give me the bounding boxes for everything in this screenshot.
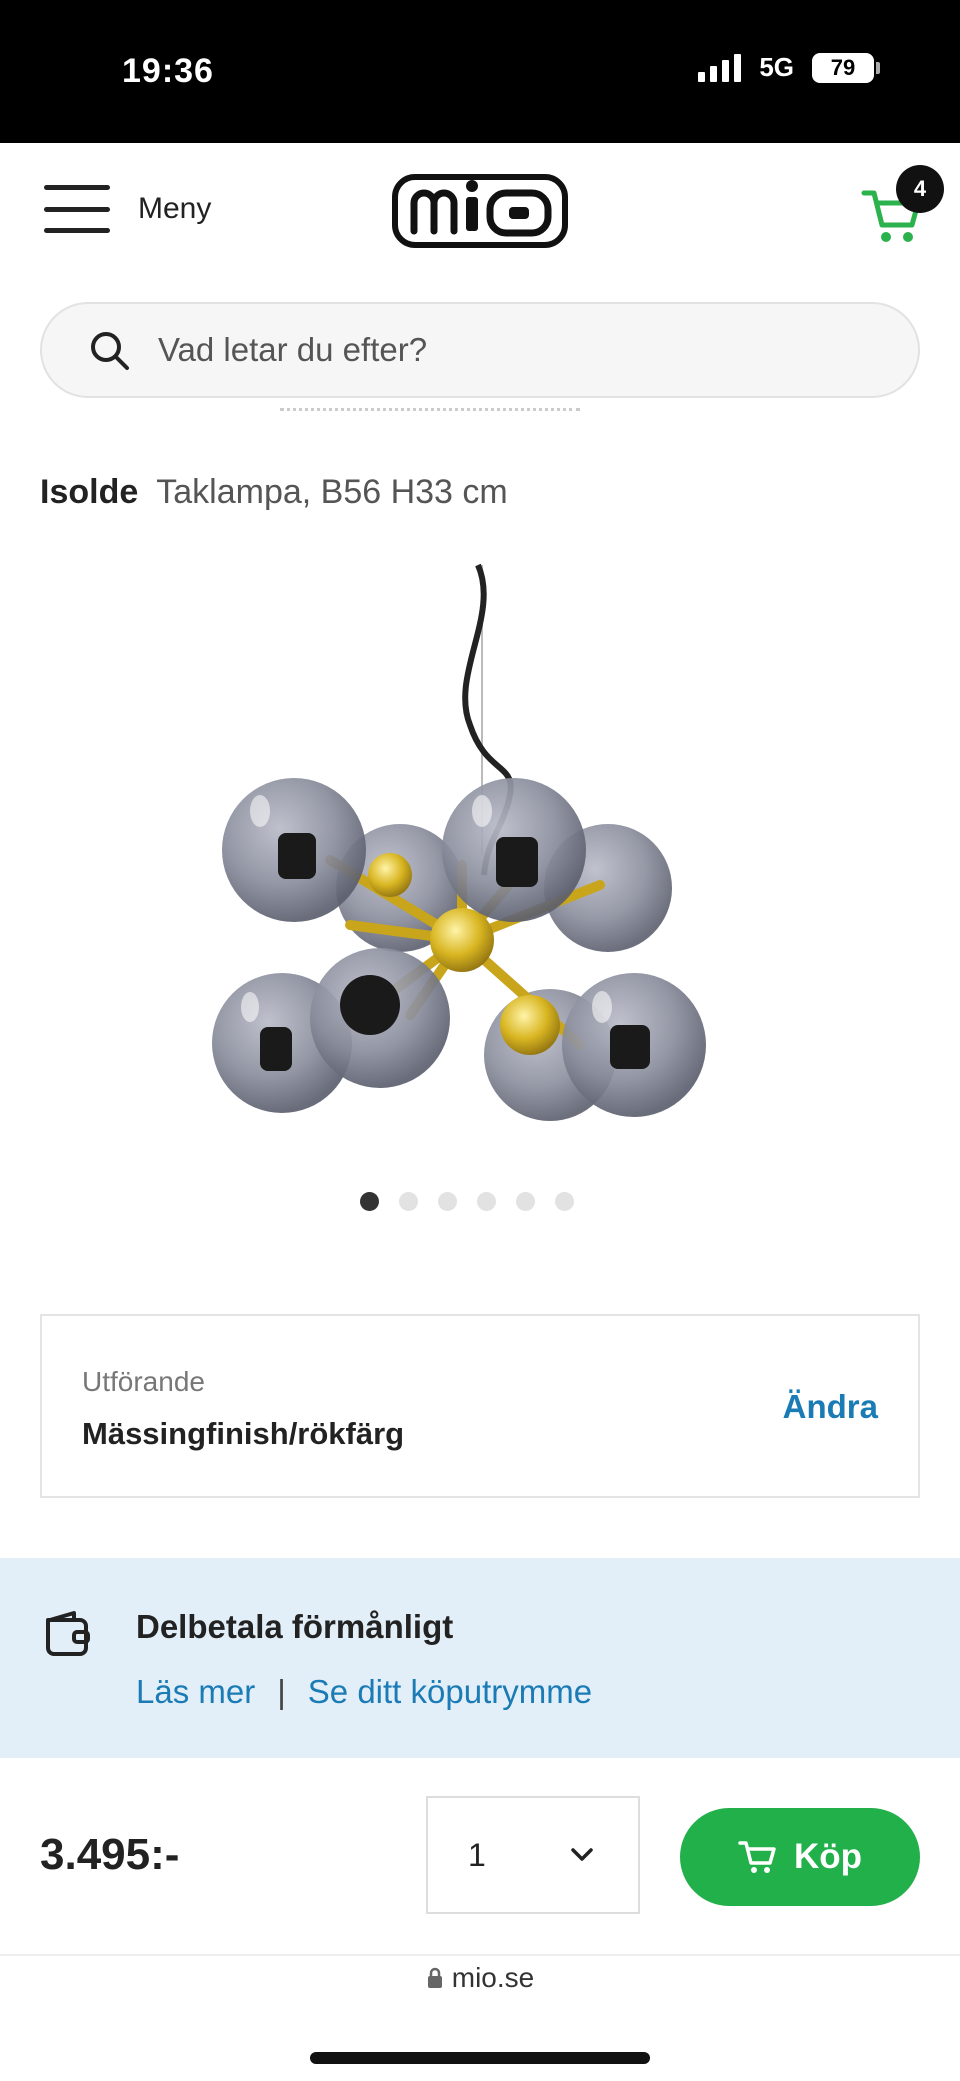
hamburger-icon (44, 185, 110, 233)
buy-label: Köp (793, 1837, 863, 1876)
buy-bar: 3.495:- 1 Köp (0, 1758, 960, 1954)
product-title: Isolde Taklampa, B56 H33 cm (40, 473, 508, 512)
battery-level: 79 (812, 52, 874, 83)
purchase-room-link[interactable]: Se ditt köputrymme (308, 1673, 592, 1711)
carousel-dot[interactable] (477, 1192, 496, 1211)
carousel-dot[interactable] (399, 1192, 418, 1211)
menu-button[interactable]: Meny (44, 185, 211, 233)
cart-icon (738, 1841, 776, 1873)
quantity-select[interactable]: 1 (426, 1796, 640, 1914)
carousel-dot[interactable] (360, 1192, 379, 1211)
read-more-link[interactable]: Läs mer (136, 1673, 255, 1711)
product-price: 3.495:- (40, 1830, 180, 1879)
search-icon (91, 332, 129, 370)
mio-logo[interactable] (392, 171, 568, 251)
cart-count-badge: 4 (896, 165, 944, 213)
product-description: Taklampa, B56 H33 cm (156, 473, 508, 511)
link-separator: | (277, 1673, 286, 1710)
home-indicator[interactable] (310, 2052, 650, 2064)
ceiling-lamp-image[interactable] (200, 555, 760, 1145)
installment-title: Delbetala förmånligt (136, 1608, 454, 1645)
carousel-dot[interactable] (555, 1192, 574, 1211)
search-bar[interactable] (40, 302, 920, 398)
scrolled-content-edge (280, 408, 580, 416)
signal-icon (698, 53, 742, 82)
site-header: Meny 4 (0, 143, 960, 283)
carousel-dot[interactable] (516, 1192, 535, 1211)
variant-label: Utförande (82, 1366, 205, 1397)
change-variant-link[interactable]: Ändra (783, 1388, 878, 1426)
chevron-down-icon (571, 1848, 593, 1861)
product-name: Isolde (40, 473, 139, 511)
lock-icon (427, 1967, 442, 1988)
network-type: 5G (759, 52, 794, 82)
search-input[interactable] (158, 331, 858, 369)
wallet-icon (46, 1611, 90, 1656)
quantity-value: 1 (468, 1836, 486, 1873)
status-icons: 5G 79 (698, 52, 880, 83)
variant-value: Mässingfinish/rökfärg (82, 1416, 405, 1451)
menu-label: Meny (138, 192, 212, 225)
carousel-dots (0, 1192, 960, 1211)
divider (0, 1954, 960, 1956)
installment-links: Läs mer | Se ditt köputrymme (136, 1673, 592, 1711)
variant-selector: Utförande Mässingfinish/rökfärg Ändra (40, 1314, 920, 1498)
url-domain: mio.se (451, 1962, 535, 1993)
browser-url-bar[interactable]: mio.se (0, 1962, 960, 1994)
carousel-dot[interactable] (438, 1192, 457, 1211)
buy-button[interactable]: Köp (680, 1808, 920, 1906)
status-bar: 19:36 5G 79 (0, 0, 960, 143)
cart-button[interactable]: 4 (860, 165, 944, 253)
battery-icon: 79 (812, 52, 880, 83)
status-time: 19:36 (122, 52, 214, 90)
installment-banner: Delbetala förmånligt Läs mer | Se ditt k… (0, 1558, 960, 1758)
